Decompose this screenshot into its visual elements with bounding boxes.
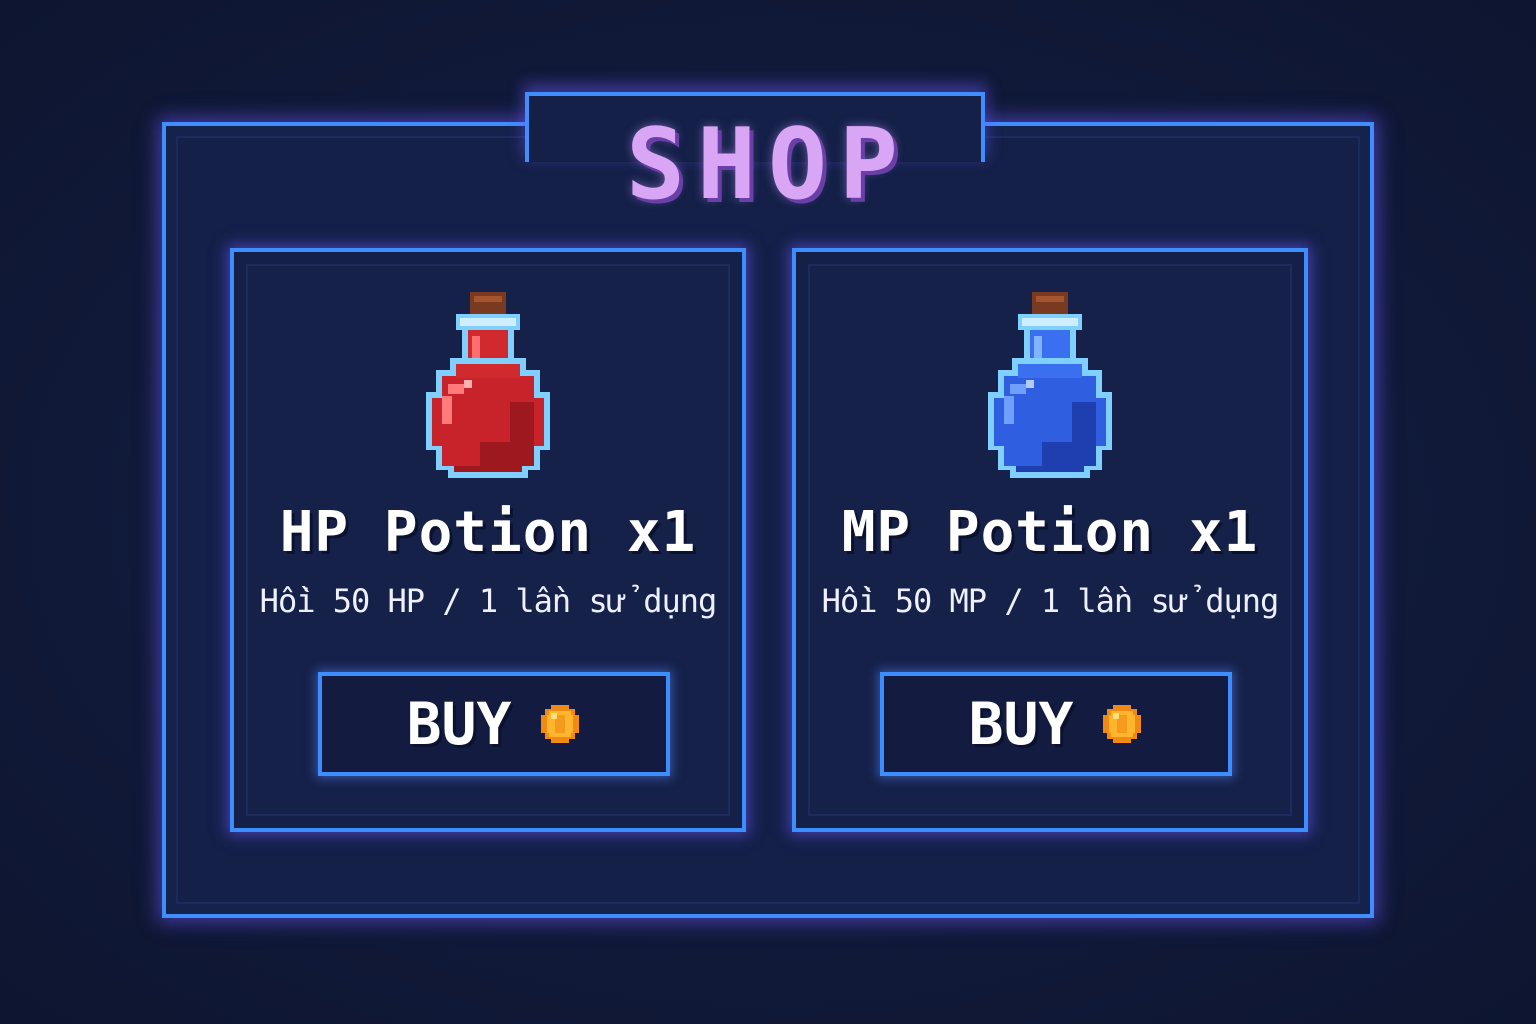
item-card-mp-potion: MP Potion x1 Hồi 50 MP / 1 lần sử dụng B…: [792, 248, 1308, 832]
item-description: Hồi 50 HP / 1 lần sử dụng: [259, 582, 718, 620]
red-potion-icon: [426, 292, 550, 478]
item-name: MP Potion x1: [841, 500, 1259, 565]
item-name: HP Potion x1: [279, 500, 697, 565]
buy-mp-potion-button[interactable]: BUY: [880, 672, 1232, 776]
shop-title: SHOP: [625, 108, 910, 222]
blue-potion-icon: [988, 292, 1112, 478]
buy-label: BUY: [406, 690, 512, 758]
buy-hp-potion-button[interactable]: BUY: [318, 672, 670, 776]
gold-coin-icon: [1103, 705, 1142, 743]
buy-label: BUY: [968, 690, 1074, 758]
item-card-hp-potion: HP Potion x1 Hồi 50 HP / 1 lần sử dụng B…: [230, 248, 746, 832]
gold-coin-icon: [541, 705, 580, 743]
item-description: Hồi 50 MP / 1 lần sử dụng: [821, 582, 1280, 620]
